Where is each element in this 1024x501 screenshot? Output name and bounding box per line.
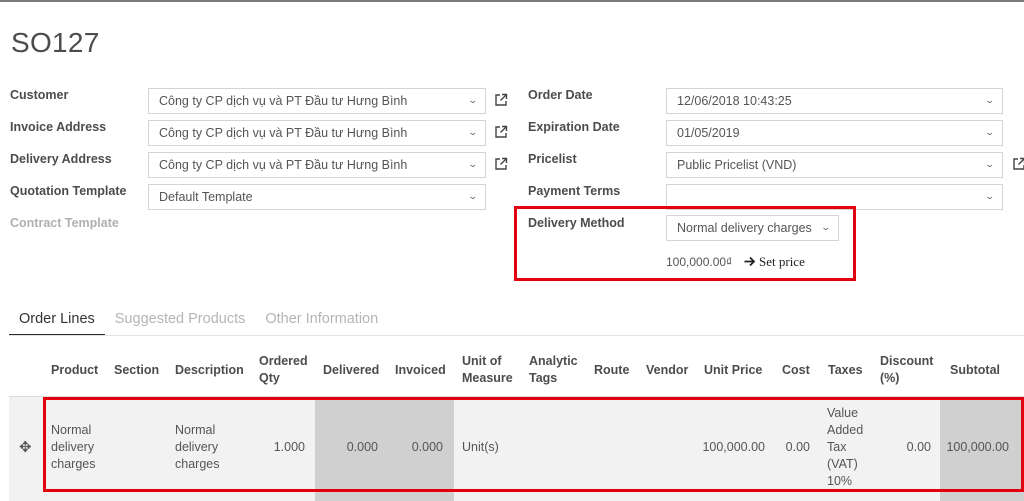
order-date-value: 12/06/2018 10:43:25 (677, 94, 792, 108)
external-link-icon[interactable] (494, 93, 508, 107)
col-delivered[interactable]: Delivered (323, 362, 379, 379)
quotation-template-label: Quotation Template (10, 184, 127, 198)
external-link-icon[interactable] (1012, 157, 1024, 171)
col-route[interactable]: Route (594, 362, 629, 379)
chevron-down-icon: ⌄ (467, 159, 479, 169)
col-ordered-qty-line2: Qty (259, 371, 280, 385)
col-analytic-tags[interactable]: Analytic Tags (529, 353, 578, 387)
pricelist-field[interactable]: Public Pricelist (VND) ⌄ (666, 152, 1003, 178)
col-invoiced[interactable]: Invoiced (395, 362, 446, 379)
chevron-down-icon: ⌄ (984, 159, 996, 169)
chevron-down-icon: ⌄ (984, 127, 996, 137)
invoice-address-value: Công ty CP dịch vụ và PT Đầu tư Hưng Bìn… (159, 126, 408, 140)
external-link-icon[interactable] (494, 157, 508, 171)
col-product[interactable]: Product (51, 362, 98, 379)
pricelist-label: Pricelist (528, 152, 577, 166)
col-cost[interactable]: Cost (782, 362, 810, 379)
invoice-address-field[interactable]: Công ty CP dịch vụ và PT Đầu tư Hưng Bìn… (148, 120, 486, 146)
chevron-down-icon: ⌄ (984, 95, 996, 105)
notebook-tabs: Order Lines Suggested Products Other Inf… (9, 306, 388, 336)
col-ordered-qty-line1: Ordered (259, 354, 308, 368)
delivery-address-value: Công ty CP dịch vụ và PT Đầu tư Hưng Bìn… (159, 158, 408, 172)
invoice-address-label: Invoice Address (10, 120, 107, 134)
col-uom-line2: Measure (462, 371, 513, 385)
customer-value: Công ty CP dịch vụ và PT Đầu tư Hưng Bìn… (159, 94, 408, 108)
customer-field[interactable]: Công ty CP dịch vụ và PT Đầu tư Hưng Bìn… (148, 88, 486, 114)
tab-suggested-products[interactable]: Suggested Products (105, 306, 256, 336)
col-analytic-line1: Analytic (529, 354, 578, 368)
tab-order-lines[interactable]: Order Lines (9, 306, 105, 336)
page-title: SO127 (11, 27, 100, 58)
order-date-label: Order Date (528, 88, 593, 102)
highlight-box-order-line (43, 397, 1024, 492)
tab-divider (9, 335, 1024, 336)
col-taxes[interactable]: Taxes (828, 362, 863, 379)
pricelist-value: Public Pricelist (VND) (677, 158, 797, 172)
quotation-template-value: Default Template (159, 190, 253, 204)
expiration-date-value: 01/05/2019 (677, 126, 740, 140)
col-analytic-line2: Tags (529, 371, 558, 385)
highlight-box-delivery-method (514, 206, 856, 281)
payment-terms-label: Payment Terms (528, 184, 621, 198)
quotation-template-field[interactable]: Default Template ⌄ (148, 184, 486, 210)
expiration-date-field[interactable]: 01/05/2019 ⌄ (666, 120, 1003, 146)
contract-template-label: Contract Template (10, 216, 119, 230)
drag-handle-icon[interactable]: ✥ (19, 438, 32, 456)
chevron-down-icon: ⌄ (984, 191, 996, 201)
col-unit-of-measure[interactable]: Unit of Measure (462, 353, 513, 387)
col-unit-price[interactable]: Unit Price (704, 362, 762, 379)
delivery-address-label: Delivery Address (10, 152, 112, 166)
top-border (0, 0, 1024, 2)
chevron-down-icon: ⌄ (467, 95, 479, 105)
col-discount[interactable]: Discount (%) (880, 353, 933, 387)
col-section[interactable]: Section (114, 362, 159, 379)
col-discount-line1: Discount (880, 354, 934, 368)
tab-other-information[interactable]: Other Information (255, 306, 388, 336)
col-ordered-qty[interactable]: Ordered Qty (259, 353, 308, 387)
col-vendor[interactable]: Vendor (646, 362, 688, 379)
chevron-down-icon: ⌄ (467, 127, 479, 137)
col-uom-line1: Unit of (462, 354, 502, 368)
chevron-down-icon: ⌄ (467, 191, 479, 201)
col-description[interactable]: Description (175, 362, 244, 379)
customer-label: Customer (10, 88, 69, 102)
external-link-icon[interactable] (494, 125, 508, 139)
col-subtotal[interactable]: Subtotal (950, 362, 1000, 379)
col-discount-line2: (%) (880, 371, 900, 385)
expiration-date-label: Expiration Date (528, 120, 620, 134)
order-date-field[interactable]: 12/06/2018 10:43:25 ⌄ (666, 88, 1003, 114)
delivery-address-field[interactable]: Công ty CP dịch vụ và PT Đầu tư Hưng Bìn… (148, 152, 486, 178)
